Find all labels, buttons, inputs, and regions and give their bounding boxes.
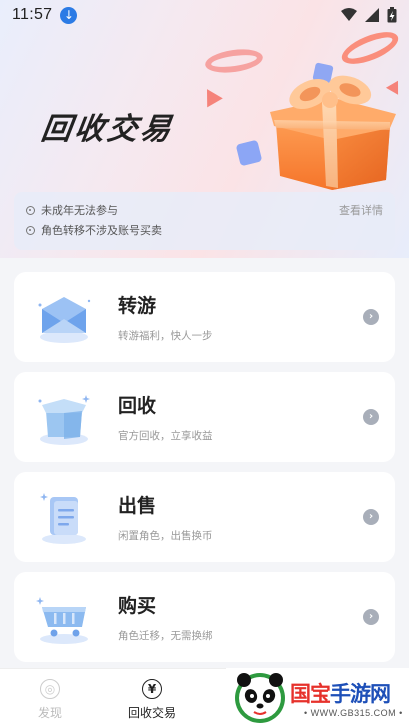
action-cards: 转游 转游福利，快人一步 › 回收 官方回收，立享收益 › 出售 闲置角色，出售… bbox=[0, 258, 409, 670]
envelope-icon bbox=[38, 297, 91, 343]
decor-cube bbox=[235, 139, 263, 167]
signal-icon bbox=[365, 8, 379, 22]
notice-text: 未成年无法参与 bbox=[41, 204, 118, 217]
card-title: 购买 bbox=[118, 595, 157, 617]
decor-triangle bbox=[199, 84, 223, 108]
battery-icon bbox=[387, 7, 397, 23]
decor-ring bbox=[203, 46, 265, 76]
card-recycle[interactable]: 回收 官方回收，立享收益 › bbox=[14, 372, 395, 462]
yen-icon: ¥ bbox=[142, 679, 162, 699]
chevron-right-icon: › bbox=[363, 309, 379, 325]
box-icon bbox=[38, 395, 90, 445]
watermark-url: • WWW.GB315.COM • bbox=[304, 708, 403, 718]
wifi-icon bbox=[341, 8, 357, 21]
card-text: 购买 角色迁移，无需换绑 bbox=[118, 591, 213, 643]
notice-panel: 未成年无法参与 查看详情 角色转移不涉及账号买卖 bbox=[14, 192, 395, 250]
gift-box-icon bbox=[270, 75, 396, 190]
notice-item: 未成年无法参与 查看详情 bbox=[26, 200, 383, 220]
card-text: 回收 官方回收，立享收益 bbox=[118, 391, 213, 443]
card-title: 转游 bbox=[118, 295, 157, 317]
watermark-brand-primary: 国宝 bbox=[290, 682, 331, 706]
chevron-right-icon: › bbox=[363, 509, 379, 525]
bullet-icon bbox=[26, 205, 35, 215]
document-icon bbox=[40, 493, 86, 544]
panda-logo-icon bbox=[235, 673, 285, 723]
card-subtitle: 转游福利，快人一步 bbox=[118, 330, 213, 342]
status-bar: 11:57 ↓ bbox=[0, 0, 409, 30]
card-sell[interactable]: 出售 闲置角色，出售换币 › bbox=[14, 472, 395, 562]
watermark-brand-secondary: 手游网 bbox=[330, 682, 391, 706]
page-title: 回收交易 bbox=[39, 112, 176, 147]
download-icon: ↓ bbox=[60, 6, 78, 24]
watermark-brand: 国宝手游网 bbox=[290, 678, 391, 708]
card-transfer[interactable]: 转游 转游福利，快人一步 › bbox=[14, 272, 395, 362]
card-title: 回收 bbox=[118, 395, 157, 417]
card-buy[interactable]: 购买 角色迁移，无需换绑 › bbox=[14, 572, 395, 662]
chevron-right-icon: › bbox=[363, 409, 379, 425]
status-time: 11:57 bbox=[12, 6, 53, 23]
view-details-link[interactable]: 查看详情 bbox=[339, 202, 383, 218]
status-icons bbox=[341, 7, 397, 23]
discover-icon: ◎ bbox=[40, 679, 60, 699]
bullet-icon bbox=[26, 225, 35, 235]
card-text: 转游 转游福利，快人一步 bbox=[118, 291, 213, 343]
tab-recycle-trade[interactable]: ¥ 回收交易 bbox=[112, 679, 192, 721]
cart-icon bbox=[36, 597, 88, 644]
hero-banner: 11:57 ↓ 回收交易 未成年无法参与 查看详情 角色转移不涉及账号买卖 bbox=[0, 0, 409, 260]
card-text: 出售 闲置角色，出售换币 bbox=[118, 491, 213, 543]
notice-item: 角色转移不涉及账号买卖 bbox=[26, 220, 383, 240]
tab-discover[interactable]: ◎ 发现 bbox=[10, 679, 90, 721]
chevron-right-icon: › bbox=[363, 609, 379, 625]
watermark-logo: 国宝手游网 • WWW.GB315.COM • bbox=[226, 668, 409, 727]
tab-label: 发现 bbox=[37, 706, 62, 720]
card-subtitle: 角色迁移，无需换绑 bbox=[118, 630, 213, 642]
card-title: 出售 bbox=[118, 495, 157, 517]
tab-label: 回收交易 bbox=[127, 706, 176, 720]
card-subtitle: 闲置角色，出售换币 bbox=[118, 530, 213, 542]
card-subtitle: 官方回收，立享收益 bbox=[118, 430, 213, 442]
notice-text: 角色转移不涉及账号买卖 bbox=[41, 224, 162, 237]
